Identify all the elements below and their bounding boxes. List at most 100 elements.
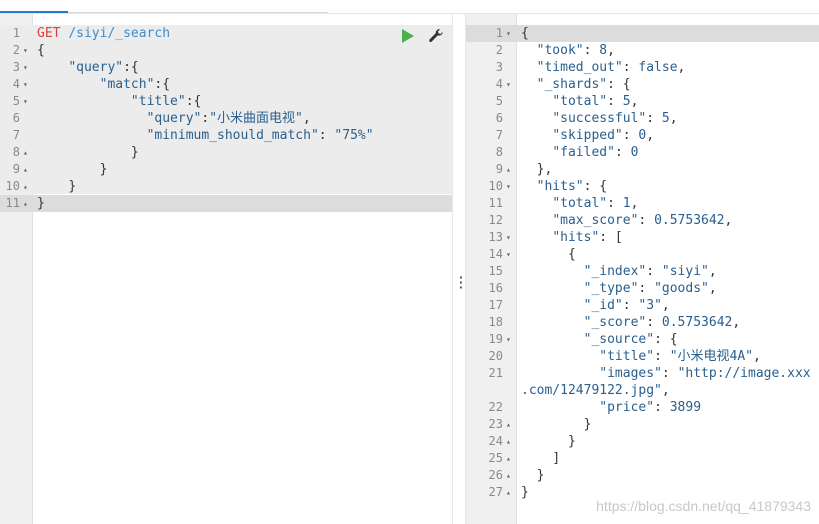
code-text: }: [37, 144, 139, 161]
code-text: "query":{: [37, 59, 138, 76]
code-token: "_id": [583, 298, 623, 313]
fold-arrow-down-icon[interactable]: ▾: [23, 42, 28, 59]
request-code-lines[interactable]: 1 GET /siyi/_search 2 ▾{3 ▾ "query":{4 ▾ "mat…: [0, 25, 452, 212]
code-token: : {: [654, 332, 678, 347]
code-line[interactable]: 16 "_type": "goods",: [466, 280, 819, 297]
fold-arrow-down-icon[interactable]: ▾: [506, 25, 511, 42]
code-token: ,: [753, 349, 761, 364]
fold-arrow-up-icon[interactable]: ▴: [506, 433, 511, 450]
code-line[interactable]: 13 ▾ "hits": [: [466, 229, 819, 246]
code-token: :: [318, 128, 335, 143]
code-line[interactable]: 25 ▴ ]: [466, 450, 819, 467]
code-line[interactable]: 8 ▴ }: [0, 144, 452, 161]
code-token: false: [638, 60, 678, 75]
code-line[interactable]: 11 "total": 1,: [466, 195, 819, 212]
fold-arrow-down-icon[interactable]: ▾: [506, 229, 511, 246]
code-line[interactable]: 5 "total": 5,: [466, 93, 819, 110]
code-token: :: [646, 264, 662, 279]
code-line[interactable]: 11 ▴}: [0, 195, 452, 212]
code-line[interactable]: 4 ▾ "_shards": {: [466, 76, 819, 93]
code-token: "price": [599, 400, 655, 415]
fold-arrow-up-icon[interactable]: ▴: [506, 416, 511, 433]
wrench-settings-icon[interactable]: [427, 27, 445, 45]
fold-arrow-up-icon[interactable]: ▴: [23, 178, 28, 195]
fold-arrow-down-icon[interactable]: ▾: [506, 331, 511, 348]
fold-arrow-down-icon[interactable]: ▾: [23, 76, 28, 93]
code-token: :: [622, 298, 639, 313]
code-line[interactable]: 1 GET /siyi/_search: [0, 25, 452, 42]
code-line[interactable]: 21 "images": "http://image.xxx: [466, 365, 819, 382]
code-text: "_type": "goods",: [521, 280, 717, 297]
code-line[interactable]: 23 ▴ }: [466, 416, 819, 433]
code-line[interactable]: 14 ▾ {: [466, 246, 819, 263]
code-token: }: [567, 434, 576, 449]
line-number: 4: [12, 77, 20, 91]
code-line[interactable]: 19 ▾ "_source": {: [466, 331, 819, 348]
code-token: ,: [677, 60, 686, 75]
code-line[interactable]: 5 ▾ "title":{: [0, 93, 452, 110]
code-line[interactable]: 8 "failed": 0: [466, 144, 819, 161]
code-line[interactable]: .com/12479122.jpg",: [466, 382, 819, 399]
fold-arrow-down-icon[interactable]: ▾: [23, 93, 28, 110]
code-token: "小米曲面电视": [209, 111, 303, 126]
code-token: :: [622, 60, 639, 75]
code-line[interactable]: 10 ▴ }: [0, 178, 452, 195]
code-line[interactable]: 6 "query":"小米曲面电视",: [0, 110, 452, 127]
fold-arrow-up-icon[interactable]: ▴: [506, 484, 511, 501]
code-line[interactable]: 3 "timed_out": false,: [466, 59, 819, 76]
code-token: ,: [630, 94, 639, 109]
code-token: 5: [622, 94, 631, 109]
code-line[interactable]: 4 ▾ "match":{: [0, 76, 452, 93]
code-line[interactable]: 9 ▴ },: [466, 161, 819, 178]
fold-arrow-up-icon[interactable]: ▴: [23, 161, 28, 178]
fold-arrow-up-icon[interactable]: ▴: [23, 195, 28, 212]
code-line[interactable]: 17 "_id": "3",: [466, 297, 819, 314]
code-text: "_score": 0.5753642,: [521, 314, 741, 331]
code-line[interactable]: 12 "max_score": 0.5753642,: [466, 212, 819, 229]
code-line[interactable]: 1 ▾ {: [466, 25, 819, 42]
fold-arrow-down-icon[interactable]: ▾: [506, 76, 511, 93]
code-line[interactable]: 18 "_score": 0.5753642,: [466, 314, 819, 331]
fold-arrow-up-icon[interactable]: ▴: [506, 161, 511, 178]
send-request-play-icon[interactable]: [402, 29, 414, 43]
code-token: "小米电视4A": [669, 349, 754, 364]
code-token: ,: [661, 383, 670, 398]
code-line[interactable]: 7 "minimum_should_match": "75%": [0, 127, 452, 144]
code-token: },: [536, 162, 553, 177]
code-line[interactable]: 2 "took": 8,: [466, 42, 819, 59]
fold-arrow-up-icon[interactable]: ▴: [23, 144, 28, 161]
code-token: "goods": [654, 281, 709, 296]
fold-arrow-down-icon[interactable]: ▾: [506, 178, 511, 195]
resize-handle-dots-icon[interactable]: · · ·: [457, 272, 465, 295]
code-line[interactable]: 7 "skipped": 0,: [466, 127, 819, 144]
fold-arrow-up-icon[interactable]: ▴: [506, 467, 511, 484]
code-text: {: [521, 25, 529, 42]
request-editor[interactable]: 1 GET /siyi/_search 2 ▾{3 ▾ "query":{4 ▾ "mat…: [0, 14, 452, 524]
code-line[interactable]: 26 ▴ }: [466, 467, 819, 484]
code-line[interactable]: 15 "_index": "siyi",: [466, 263, 819, 280]
response-viewer[interactable]: 1 ▾{2 "took": 8, 3 "timed_out": false, 4 ▾ "…: [466, 14, 819, 524]
code-line[interactable]: 3 ▾ "query":{: [0, 59, 452, 76]
code-line[interactable]: 6 "successful": 5,: [466, 110, 819, 127]
fold-arrow-down-icon[interactable]: ▾: [23, 59, 28, 76]
pane-resize-divider[interactable]: · · ·: [452, 14, 466, 524]
code-line[interactable]: 24 ▴ }: [466, 433, 819, 450]
code-line[interactable]: 2 ▾ {: [0, 42, 452, 59]
code-line[interactable]: 22 "price": 3899: [466, 399, 819, 416]
code-text: },: [521, 161, 553, 178]
fold-arrow-up-icon[interactable]: ▴: [506, 450, 511, 467]
code-line[interactable]: 20 "title": "小米电视4A",: [466, 348, 819, 365]
fold-arrow-down-icon[interactable]: ▾: [506, 246, 511, 263]
code-line[interactable]: 10 ▾ "hits": {: [466, 178, 819, 195]
current-line-highlight: [466, 25, 819, 42]
code-line[interactable]: 9 ▴ }: [0, 161, 452, 178]
code-token: :{: [154, 77, 171, 92]
line-number: 3: [495, 60, 503, 74]
code-text: "max_score": 0.5753642,: [521, 212, 732, 229]
code-text: GET /siyi/_search: [37, 25, 170, 42]
code-token: ,: [607, 43, 615, 58]
